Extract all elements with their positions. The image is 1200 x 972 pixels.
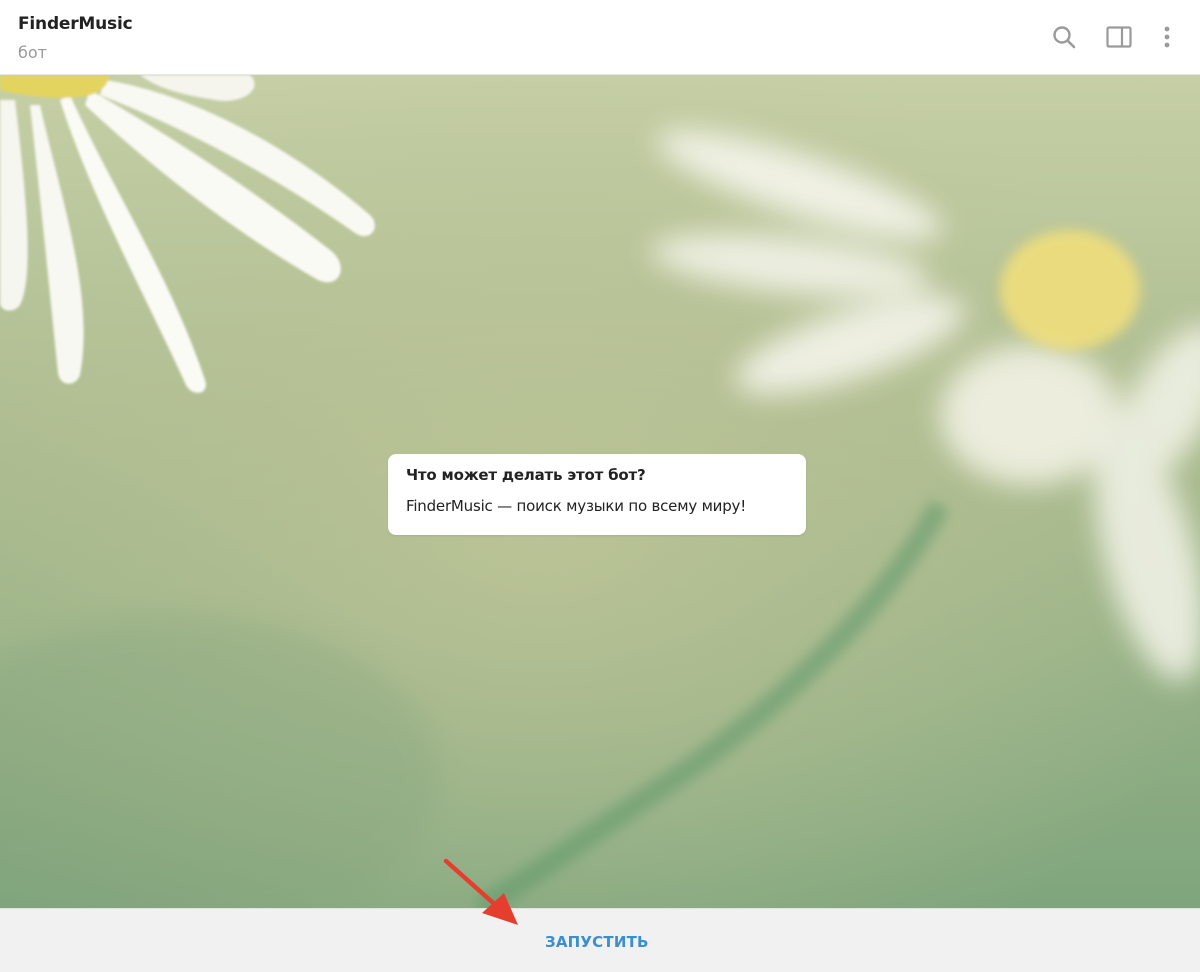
chat-header: FinderMusic бот <box>0 0 1200 75</box>
bottom-bar: ЗАПУСТИТЬ <box>0 908 1200 972</box>
bot-info-title: Что может делать этот бот? <box>406 466 646 484</box>
more-button[interactable] <box>1152 22 1182 52</box>
search-button[interactable] <box>1049 22 1079 52</box>
bot-info-description: FinderMusic — поиск музыки по всему миру… <box>406 497 747 515</box>
start-bot-button[interactable]: ЗАПУСТИТЬ <box>0 909 1200 972</box>
side-panel-icon <box>1106 26 1132 48</box>
chat-title[interactable]: FinderMusic <box>18 14 133 34</box>
side-panel-button[interactable] <box>1104 22 1134 52</box>
more-vertical-icon <box>1164 26 1170 48</box>
chat-area: Что может делать этот бот? FinderMusic —… <box>0 75 1200 908</box>
search-icon <box>1053 26 1076 49</box>
chat-subtitle: бот <box>18 43 47 62</box>
telegram-chat-window: FinderMusic бот Что может делать этот бо… <box>0 0 1200 972</box>
bot-info-card: Что может делать этот бот? FinderMusic —… <box>388 454 806 535</box>
start-bot-label: ЗАПУСТИТЬ <box>545 933 649 951</box>
